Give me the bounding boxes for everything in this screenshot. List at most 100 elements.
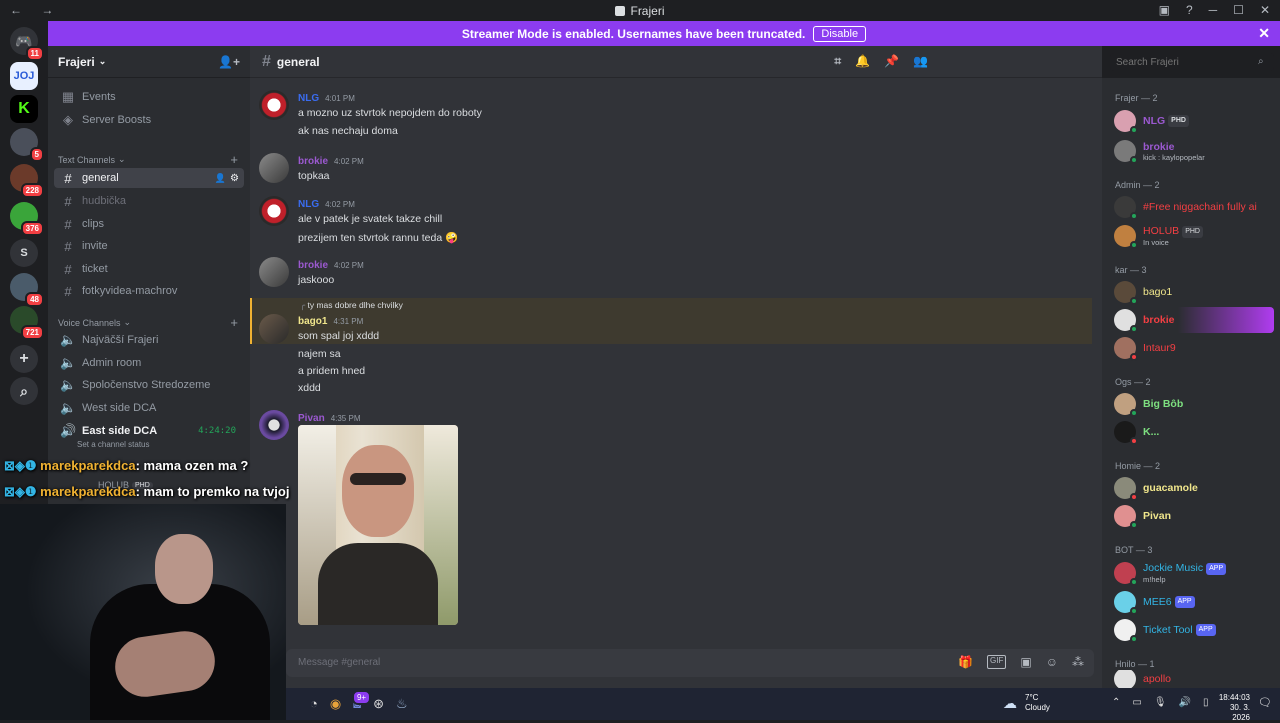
inbox-icon[interactable]: ▣ (1159, 3, 1170, 17)
minimize-button[interactable]: ─ (1209, 3, 1218, 17)
pin-icon[interactable]: 📌 (884, 54, 899, 69)
channel-clips[interactable]: # clips (54, 214, 244, 234)
bell-icon[interactable]: 🔔 (855, 54, 870, 69)
invite-icon[interactable]: 👤 (215, 173, 226, 184)
voice-channel-najvacsi[interactable]: 🔈 Najväčší Frajeri (54, 330, 244, 350)
gift-icon[interactable]: 🎁 (958, 655, 973, 669)
channel-fotkyvidea[interactable]: # fotkyvidea-machrov (54, 281, 244, 301)
member-item[interactable]: Ticket Tool APP (1114, 617, 1274, 643)
message-author[interactable]: brokie 4:02 PM (298, 260, 364, 271)
server-folder-5[interactable]: 721 (10, 306, 44, 340)
reply-preview[interactable]: ╭ ty mas dobre dlhe chvilky (300, 300, 403, 311)
channel-hudbicka[interactable]: # hudbička (54, 191, 244, 211)
battery-icon[interactable]: ▯ (1203, 697, 1209, 708)
obs-icon[interactable]: ⊛ (373, 696, 384, 712)
server-folder-4[interactable]: 48 (10, 273, 44, 307)
message-composer[interactable]: Message #general 🎁 GIF ▣ ☺ ⁂ (286, 649, 1094, 677)
chevron-up-icon[interactable]: ⌃ (1112, 697, 1120, 708)
notification-icon[interactable]: 🗨 (1258, 696, 1272, 709)
server-folder-3[interactable]: 376 (10, 202, 44, 236)
add-server-button[interactable]: + (10, 345, 38, 373)
server-header[interactable]: Frajeri ⌄ 👤+ (48, 46, 250, 78)
member-item[interactable]: bago1 (1114, 279, 1274, 305)
server-joj[interactable]: JOJ (10, 62, 38, 90)
member-item[interactable]: K... (1114, 419, 1274, 445)
member-item[interactable]: HOLUB PHD In voice (1114, 223, 1274, 249)
maximize-button[interactable]: ☐ (1233, 3, 1244, 17)
volume-icon[interactable]: 🔊 (1179, 697, 1191, 708)
member-item[interactable]: brokie kick : kaylopopelar (1114, 138, 1274, 164)
member-list: Frajer — 2 NLG PHD brokie kick : kaylopope… (1102, 78, 1280, 688)
discord-taskbar-icon[interactable]: ◙9+ (351, 690, 372, 712)
voice-channels-category[interactable]: Voice Channels ⌄ + (58, 315, 238, 330)
steam-icon[interactable]: ♨ (396, 696, 408, 712)
member-item[interactable]: MEE6 APP (1114, 589, 1274, 615)
speedometer-icon[interactable]: ◔ (310, 696, 318, 712)
network-icon[interactable]: ▭ (1132, 697, 1141, 708)
server-folder-1[interactable]: 5 (10, 128, 44, 162)
member-item[interactable]: #Free niggachain fully ai (1114, 194, 1274, 220)
member-item[interactable]: Intaur9 (1114, 335, 1274, 361)
banner-close-icon[interactable]: ✕ (1258, 25, 1270, 42)
image-attachment[interactable] (298, 425, 458, 625)
member-item[interactable]: Big Bôb (1114, 391, 1274, 417)
disable-button[interactable]: Disable (813, 25, 867, 42)
message-author[interactable]: brokie 4:02 PM (298, 156, 364, 167)
invite-people-icon[interactable]: 👤+ (218, 55, 240, 69)
avatar[interactable] (259, 314, 289, 344)
home-button[interactable]: 🎮 11 (10, 27, 44, 61)
close-button[interactable]: ✕ (1260, 3, 1270, 17)
nav-arrows[interactable]: ← → (10, 3, 61, 17)
member-item[interactable]: Jockie Music APP m!help (1114, 560, 1274, 586)
server-kick[interactable]: K (10, 95, 38, 123)
member-item-highlighted[interactable]: brokie (1114, 307, 1274, 333)
sidebar-item-boosts[interactable]: ◈ Server Boosts (54, 110, 244, 130)
clock[interactable]: 18:44:03 30. 3. 2026 (1212, 693, 1250, 723)
avatar[interactable] (259, 90, 289, 120)
avatar[interactable] (259, 196, 289, 226)
server-s[interactable]: S (10, 239, 38, 267)
search-icon[interactable]: ⌕ (1258, 56, 1264, 67)
member-item[interactable]: Pivan (1114, 503, 1274, 529)
channel-ticket[interactable]: # ticket (54, 259, 244, 279)
members-icon[interactable]: 👥 (913, 54, 928, 69)
discover-button[interactable]: ⌕ (10, 377, 38, 405)
add-voice-channel-icon[interactable]: + (230, 315, 238, 330)
apps-icon[interactable]: ⁂ (1072, 655, 1084, 669)
voice-channel-spolocenstvo[interactable]: 🔈 Spoločenstvo Stredozeme (54, 375, 244, 395)
voice-channel-west[interactable]: 🔈 West side DCA (54, 398, 244, 418)
message-author[interactable]: NLG 4:01 PM (298, 93, 355, 104)
avatar[interactable] (259, 153, 289, 183)
message-author[interactable]: NLG 4:02 PM (298, 199, 355, 210)
avatar[interactable] (259, 410, 289, 440)
text-channels-category[interactable]: Text Channels ⌄ + (58, 152, 238, 167)
emoji-icon[interactable]: ☺ (1046, 655, 1058, 669)
chrome-icon[interactable]: ◉ (330, 696, 341, 712)
hash-icon: # (262, 52, 271, 70)
help-icon[interactable]: ? (1186, 3, 1193, 17)
threads-icon[interactable]: ⌗ (834, 54, 841, 69)
tray-icons[interactable]: ⌃ ▭ 🎙 🔊 ▯ (1112, 697, 1209, 708)
channel-general[interactable]: # general 👤 ⚙ (54, 168, 244, 188)
gif-icon[interactable]: GIF (987, 655, 1007, 669)
mic-icon[interactable]: 🎙 (1154, 697, 1167, 708)
boost-icon: ◈ (63, 112, 73, 127)
server-folder-2[interactable]: 228 (10, 164, 44, 198)
member-item[interactable]: NLG PHD (1114, 108, 1274, 134)
member-item[interactable]: guacamole (1114, 475, 1274, 501)
member-group-header: Hnilo — 1 (1115, 659, 1155, 669)
search-input[interactable] (1110, 53, 1274, 71)
sidebar-item-events[interactable]: ▦ Events (54, 87, 244, 107)
add-channel-icon[interactable]: + (230, 152, 238, 167)
avatar[interactable] (259, 257, 289, 287)
voice-channel-east[interactable]: 🔊 East side DCA 4:24:20 (54, 421, 244, 441)
channel-status[interactable]: Set a channel status (77, 440, 150, 449)
message-author[interactable]: Pivan 4:35 PM (298, 413, 360, 424)
weather[interactable]: 7°C Cloudy (1025, 693, 1050, 713)
voice-channel-admin[interactable]: 🔈 Admin room (54, 353, 244, 373)
channel-invite[interactable]: # invite (54, 236, 244, 256)
sticker-icon[interactable]: ▣ (1020, 655, 1031, 669)
member-item[interactable]: apollo (1114, 670, 1274, 688)
message-author[interactable]: bago1 4:31 PM (298, 316, 363, 327)
settings-gear-icon[interactable]: ⚙ (230, 173, 239, 184)
